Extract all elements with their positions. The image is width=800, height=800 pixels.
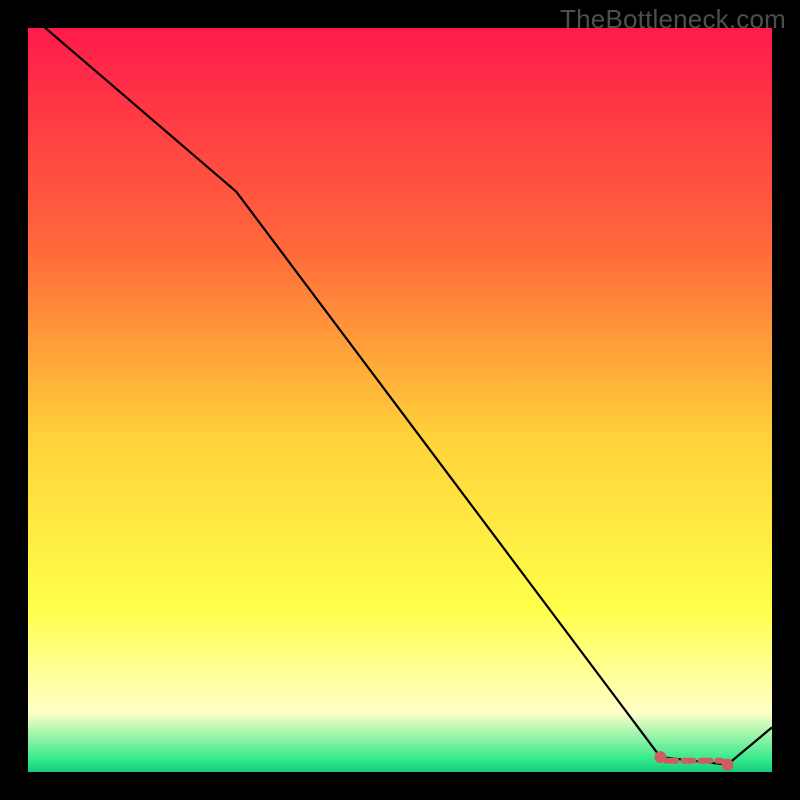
gradient-rect xyxy=(28,28,772,772)
chart-frame: TheBottleneck.com xyxy=(0,0,800,800)
marker-valley-start xyxy=(654,751,666,763)
marker-valley-end xyxy=(721,759,733,771)
plot-area xyxy=(28,28,772,772)
watermark-label: TheBottleneck.com xyxy=(560,4,786,35)
chart-svg xyxy=(28,28,772,772)
